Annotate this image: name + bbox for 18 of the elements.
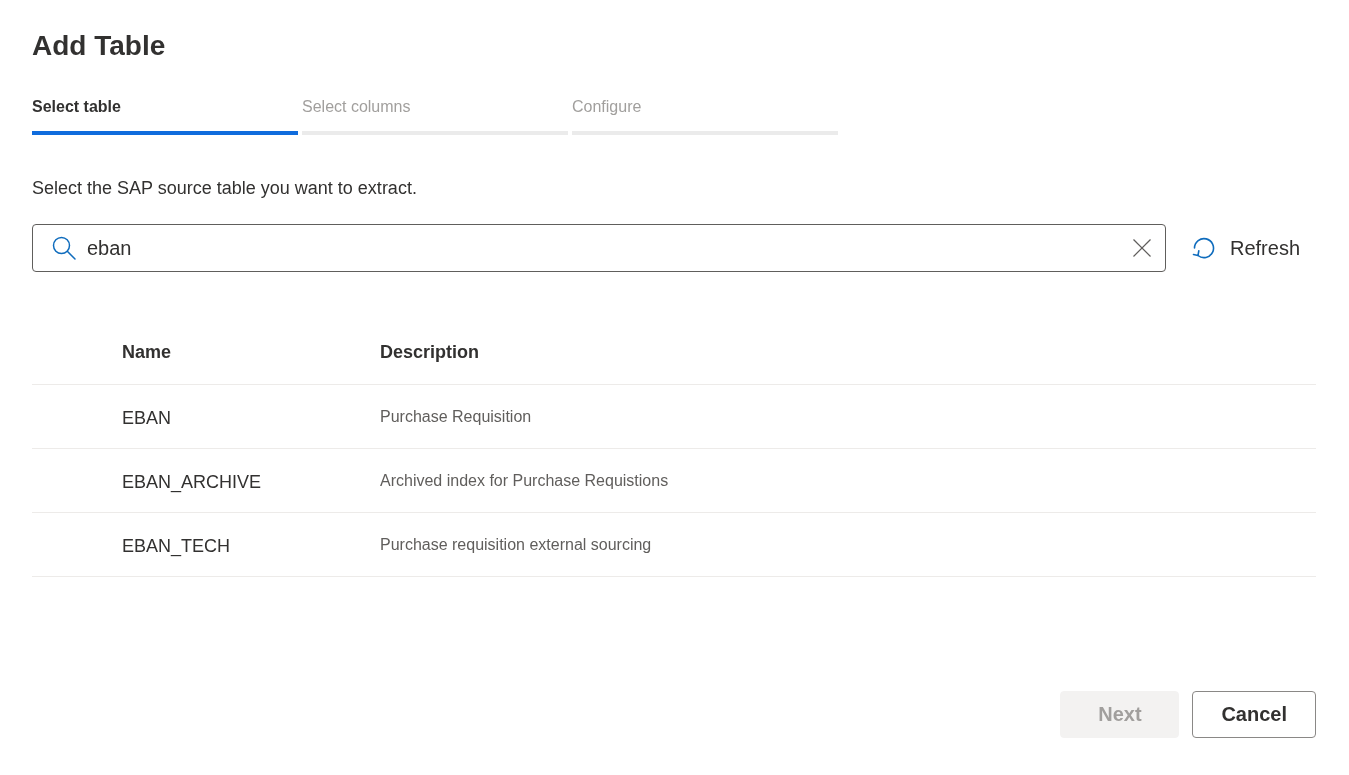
table-cell: EBAN_ARCHIVE [122, 472, 262, 493]
step-tab[interactable]: Select table [32, 96, 298, 135]
column-header: Description [380, 342, 480, 363]
search-field[interactable]: eban [32, 224, 1166, 272]
search-icon [52, 236, 76, 260]
close-icon [1133, 239, 1151, 257]
cancel-button[interactable]: Cancel [1192, 691, 1316, 738]
table-cell: EBAN [122, 408, 172, 429]
column-header: Name [122, 342, 172, 363]
table-cell: Archived index for Purchase Requistions [380, 471, 669, 490]
instruction-text: Select the SAP source table you want to extract. [32, 177, 417, 200]
clear-button[interactable] [1133, 239, 1151, 257]
dialog-title: Add Table [32, 29, 166, 63]
refresh-icon [1192, 236, 1216, 260]
table-cell: Purchase Requisition [380, 407, 532, 426]
refresh-button[interactable]: Refresh [1190, 232, 1303, 264]
table-cell: EBAN_TECH [122, 536, 231, 557]
table-cell: Purchase requisition external sourcing [380, 535, 652, 554]
